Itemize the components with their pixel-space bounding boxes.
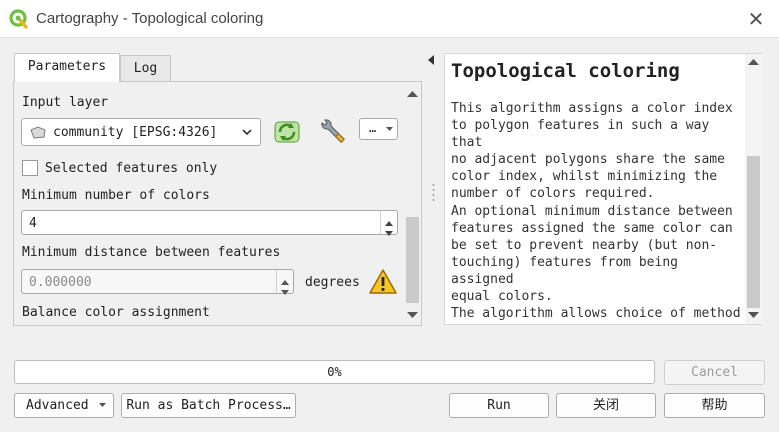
- small-chevron-down-icon: [99, 403, 106, 407]
- scroll-down-icon[interactable]: [407, 312, 418, 319]
- spin-down-icon[interactable]: [385, 225, 393, 240]
- parameters-scrollbar[interactable]: [404, 86, 421, 324]
- scroll-up-icon[interactable]: [407, 90, 418, 97]
- help-label: 帮助: [701, 398, 728, 413]
- scroll-up-icon[interactable]: [748, 58, 759, 65]
- help-scroll-thumb[interactable]: [747, 156, 760, 308]
- tab-parameters[interactable]: Parameters: [14, 53, 120, 82]
- tab-parameters-label: Parameters: [27, 59, 107, 74]
- selected-only-label: Selected features only: [45, 161, 218, 176]
- close-label: 关闭: [592, 398, 619, 413]
- help-paragraph: The algorithm allows choice of method: [451, 306, 741, 321]
- window-title: Cartography - Topological coloring: [36, 10, 264, 27]
- run-as-batch-label: Run as Batch Process…: [126, 398, 291, 413]
- min-colors-spinbox[interactable]: 4: [21, 210, 398, 236]
- layer-options-button[interactable]: …: [359, 118, 398, 140]
- min-distance-unit: degrees: [305, 275, 360, 290]
- min-colors-value: 4: [29, 216, 37, 231]
- close-button[interactable]: 关闭: [556, 393, 656, 418]
- progress-bar: 0%: [14, 360, 655, 384]
- min-distance-label: Minimum distance between features: [22, 245, 281, 260]
- help-title: Topological coloring: [451, 60, 680, 82]
- close-icon[interactable]: ✕: [743, 6, 769, 32]
- title-bar: Cartography - Topological coloring ✕: [0, 0, 779, 38]
- parameters-scroll-thumb[interactable]: [406, 217, 419, 303]
- tab-log-label: Log: [133, 61, 158, 76]
- input-layer-combo[interactable]: community [EPSG:4326]: [21, 118, 261, 146]
- selected-only-checkbox[interactable]: [22, 160, 38, 176]
- splitter-handle[interactable]: [432, 183, 435, 203]
- balance-label: Balance color assignment: [22, 305, 210, 320]
- help-button[interactable]: 帮助: [664, 393, 765, 418]
- chevron-down-icon: [242, 129, 252, 136]
- tab-log[interactable]: Log: [120, 55, 171, 82]
- cancel-label: Cancel: [691, 365, 738, 380]
- min-distance-value: 0.000000: [29, 275, 92, 290]
- run-label: Run: [487, 398, 511, 413]
- progress-text: 0%: [327, 365, 342, 379]
- min-distance-spinbox[interactable]: 0.000000: [21, 269, 294, 295]
- small-chevron-down-icon: [386, 127, 393, 131]
- polygon-layer-icon: [30, 126, 46, 139]
- cancel-button[interactable]: Cancel: [664, 360, 765, 385]
- help-scrollbar[interactable]: [745, 54, 762, 324]
- run-button[interactable]: Run: [449, 393, 549, 418]
- help-paragraph: This algorithm assigns a color index to …: [451, 101, 733, 201]
- help-panel: Topological coloring This algorithm assi…: [444, 53, 762, 325]
- spin-down-icon[interactable]: [281, 284, 289, 299]
- qgis-logo-icon: [9, 9, 28, 29]
- input-layer-label: Input layer: [22, 95, 109, 110]
- min-colors-stepper[interactable]: [380, 211, 397, 236]
- scroll-down-icon[interactable]: [748, 312, 759, 319]
- warning-icon: [369, 269, 397, 294]
- layer-options-label: …: [369, 121, 377, 135]
- run-as-batch-button[interactable]: Run as Batch Process…: [121, 393, 296, 418]
- help-paragraph: An optional minimum distance between fea…: [451, 204, 733, 304]
- collapse-left-icon[interactable]: [428, 55, 434, 65]
- min-distance-stepper[interactable]: [276, 270, 293, 295]
- advanced-button[interactable]: Advanced: [14, 393, 114, 418]
- iterate-icon[interactable]: [272, 118, 302, 146]
- advanced-label: Advanced: [26, 398, 89, 413]
- min-colors-label: Minimum number of colors: [22, 188, 210, 203]
- input-layer-value: community [EPSG:4326]: [53, 125, 218, 140]
- wrench-icon[interactable]: [316, 116, 348, 148]
